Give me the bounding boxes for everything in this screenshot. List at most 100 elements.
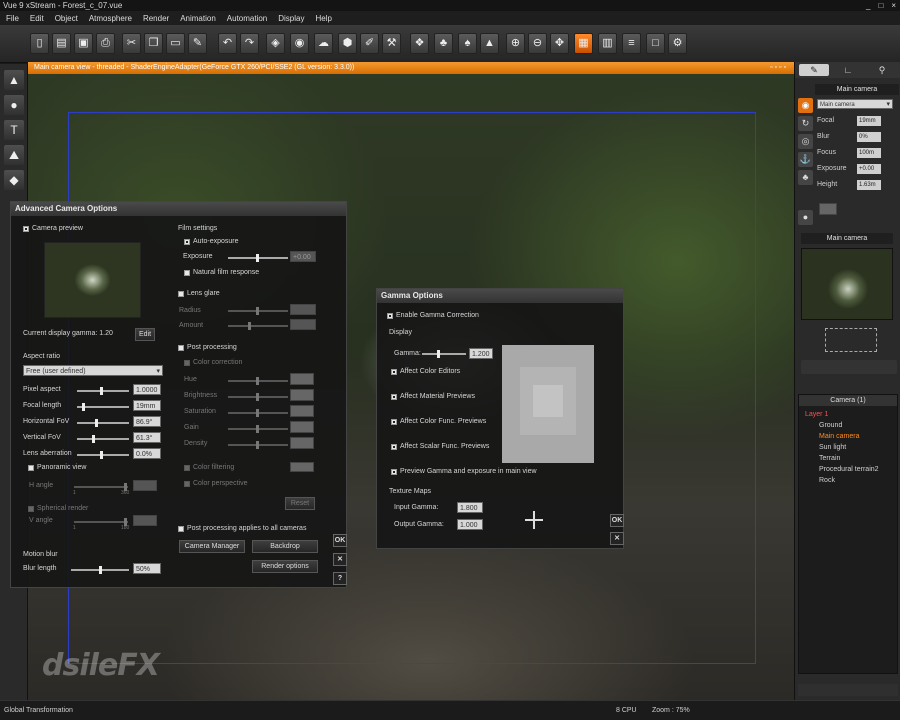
camera-row-slider[interactable] xyxy=(77,403,129,411)
text-tool-icon[interactable]: T xyxy=(4,120,24,140)
gamma-option-checkbox[interactable] xyxy=(391,419,397,425)
camera-select[interactable]: Main camera xyxy=(817,99,893,110)
camera-row-field[interactable]: 1.0000 xyxy=(133,384,161,395)
tree-item[interactable]: Ground xyxy=(819,422,842,429)
render-area-icon[interactable]: ▥ xyxy=(598,33,617,54)
h-angle-field[interactable] xyxy=(133,480,157,491)
camera-row-slider[interactable] xyxy=(77,387,129,395)
menu-file[interactable]: File xyxy=(6,14,19,23)
cloud-icon[interactable]: ☁ xyxy=(314,33,333,54)
rotate-icon[interactable]: ↻ xyxy=(798,116,813,131)
tab-animation[interactable]: ⚲ xyxy=(867,64,897,76)
pp-row-field[interactable] xyxy=(290,437,314,449)
gamma-option-checkbox[interactable] xyxy=(391,444,397,450)
tree-item[interactable]: Terrain xyxy=(819,455,840,462)
plant-icon[interactable]: ♣ xyxy=(434,33,453,54)
camera-icon[interactable]: ◉ xyxy=(798,98,813,113)
blur-length-slider[interactable] xyxy=(71,566,129,574)
camera-manager-button[interactable]: Camera Manager xyxy=(179,540,245,553)
cut-icon[interactable]: ✂ xyxy=(122,33,141,54)
radius-field[interactable] xyxy=(290,304,316,315)
box-icon[interactable]: ⬢ xyxy=(338,33,357,54)
open-folder-icon[interactable]: ▤ xyxy=(52,33,71,54)
undo-icon[interactable]: ↶ xyxy=(218,33,237,54)
gamma-ok-button[interactable]: OK xyxy=(610,514,624,527)
render-options-button[interactable]: Render options xyxy=(252,560,318,573)
tab-object-properties[interactable]: ✎ xyxy=(799,64,829,76)
tree-bottom-toolbar[interactable] xyxy=(798,684,898,696)
rocks-icon[interactable]: ▲ xyxy=(480,33,499,54)
camera-row-slider[interactable] xyxy=(77,435,129,443)
sphere-preview-icon[interactable]: ● xyxy=(798,210,813,225)
enable-gamma-checkbox[interactable] xyxy=(387,313,393,319)
object-icon[interactable]: ◈ xyxy=(266,33,285,54)
menu-atmosphere[interactable]: Atmosphere xyxy=(89,14,132,23)
menu-edit[interactable]: Edit xyxy=(30,14,44,23)
camera-ok-button[interactable]: OK xyxy=(333,534,347,547)
edit-icon[interactable]: ✎ xyxy=(188,33,207,54)
pp-all-cameras-checkbox[interactable] xyxy=(178,526,184,532)
blur-length-field[interactable]: 50% xyxy=(133,563,161,574)
tree-item[interactable]: Main camera xyxy=(819,433,859,440)
color-perspective-checkbox[interactable] xyxy=(184,481,190,487)
camera-prop-value[interactable]: 100m xyxy=(857,148,881,158)
gamma-cancel-button[interactable]: ✕ xyxy=(610,532,624,545)
color-filtering-swatch[interactable] xyxy=(290,462,314,472)
amount-slider[interactable] xyxy=(228,322,288,330)
redo-icon[interactable]: ↷ xyxy=(240,33,259,54)
palette-icon[interactable]: ❖ xyxy=(410,33,429,54)
zoom-out-icon[interactable]: ⊖ xyxy=(528,33,547,54)
material-icon[interactable]: ◉ xyxy=(290,33,309,54)
menu-display[interactable]: Display xyxy=(278,14,304,23)
viewport-controls[interactable]: ▫▫▫▫ xyxy=(770,62,788,74)
menu-automation[interactable]: Automation xyxy=(227,14,267,23)
camera-row-field[interactable]: 19mm xyxy=(133,400,161,411)
camera-cancel-button[interactable]: ✕ xyxy=(333,553,347,566)
menu-object[interactable]: Object xyxy=(55,14,78,23)
camera-row-field[interactable]: 61.3° xyxy=(133,432,161,443)
paste-icon[interactable]: ▭ xyxy=(166,33,185,54)
lens-glare-checkbox[interactable] xyxy=(178,291,184,297)
panoramic-view-checkbox[interactable] xyxy=(28,465,34,471)
tab-aspect[interactable]: ∟ xyxy=(833,64,863,76)
gamma-option-checkbox[interactable] xyxy=(391,369,397,375)
camera-row-field[interactable]: 86.9° xyxy=(133,416,161,427)
pp-row-field[interactable] xyxy=(290,421,314,433)
color-filtering-checkbox[interactable] xyxy=(184,465,190,471)
camera-prop-value[interactable]: 19mm xyxy=(857,116,881,126)
input-gamma-field[interactable]: 1.800 xyxy=(457,502,483,513)
gamma-option-checkbox[interactable] xyxy=(391,469,397,475)
close-button[interactable]: × xyxy=(891,0,896,11)
pp-row-slider[interactable] xyxy=(228,441,288,449)
tool-icon[interactable]: ⚒ xyxy=(382,33,401,54)
gamma-edit-button[interactable]: Edit xyxy=(135,328,155,341)
brush-icon[interactable]: ✐ xyxy=(360,33,379,54)
auto-exposure-checkbox[interactable] xyxy=(184,239,190,245)
amount-field[interactable] xyxy=(290,319,316,330)
camera-preview-checkbox[interactable] xyxy=(23,226,29,232)
copy-icon[interactable]: ❐ xyxy=(144,33,163,54)
menu-render[interactable]: Render xyxy=(143,14,169,23)
mountain-tool-icon[interactable]: ⛰ xyxy=(4,145,24,165)
navigation-controls[interactable] xyxy=(825,328,877,352)
menu-animation[interactable]: Animation xyxy=(180,14,216,23)
zoom-in-icon[interactable]: ⊕ xyxy=(506,33,525,54)
pp-row-slider[interactable] xyxy=(228,409,288,417)
plant-edit-icon[interactable]: ♣ xyxy=(798,170,813,185)
color-swatch[interactable] xyxy=(819,203,837,215)
exposure-field[interactable]: +0.00 xyxy=(290,251,316,262)
anchor-icon[interactable]: ⚓ xyxy=(798,152,813,167)
save-icon[interactable]: ▣ xyxy=(74,33,93,54)
tree-item[interactable]: Sun light xyxy=(819,444,846,451)
rocks-tool-icon[interactable]: ◆ xyxy=(4,170,24,190)
pp-row-field[interactable] xyxy=(290,373,314,385)
target-icon[interactable]: ◎ xyxy=(798,134,813,149)
camera-prop-value[interactable]: 0% xyxy=(857,132,881,142)
h-angle-slider[interactable] xyxy=(74,483,128,491)
camera-help-button[interactable]: ? xyxy=(333,572,347,585)
tree-item[interactable]: Rock xyxy=(819,477,835,484)
gear-render-icon[interactable]: ⚙ xyxy=(668,33,687,54)
pan-icon[interactable]: ✥ xyxy=(550,33,569,54)
backdrop-button[interactable]: Backdrop xyxy=(252,540,318,553)
menu-help[interactable]: Help xyxy=(315,14,331,23)
